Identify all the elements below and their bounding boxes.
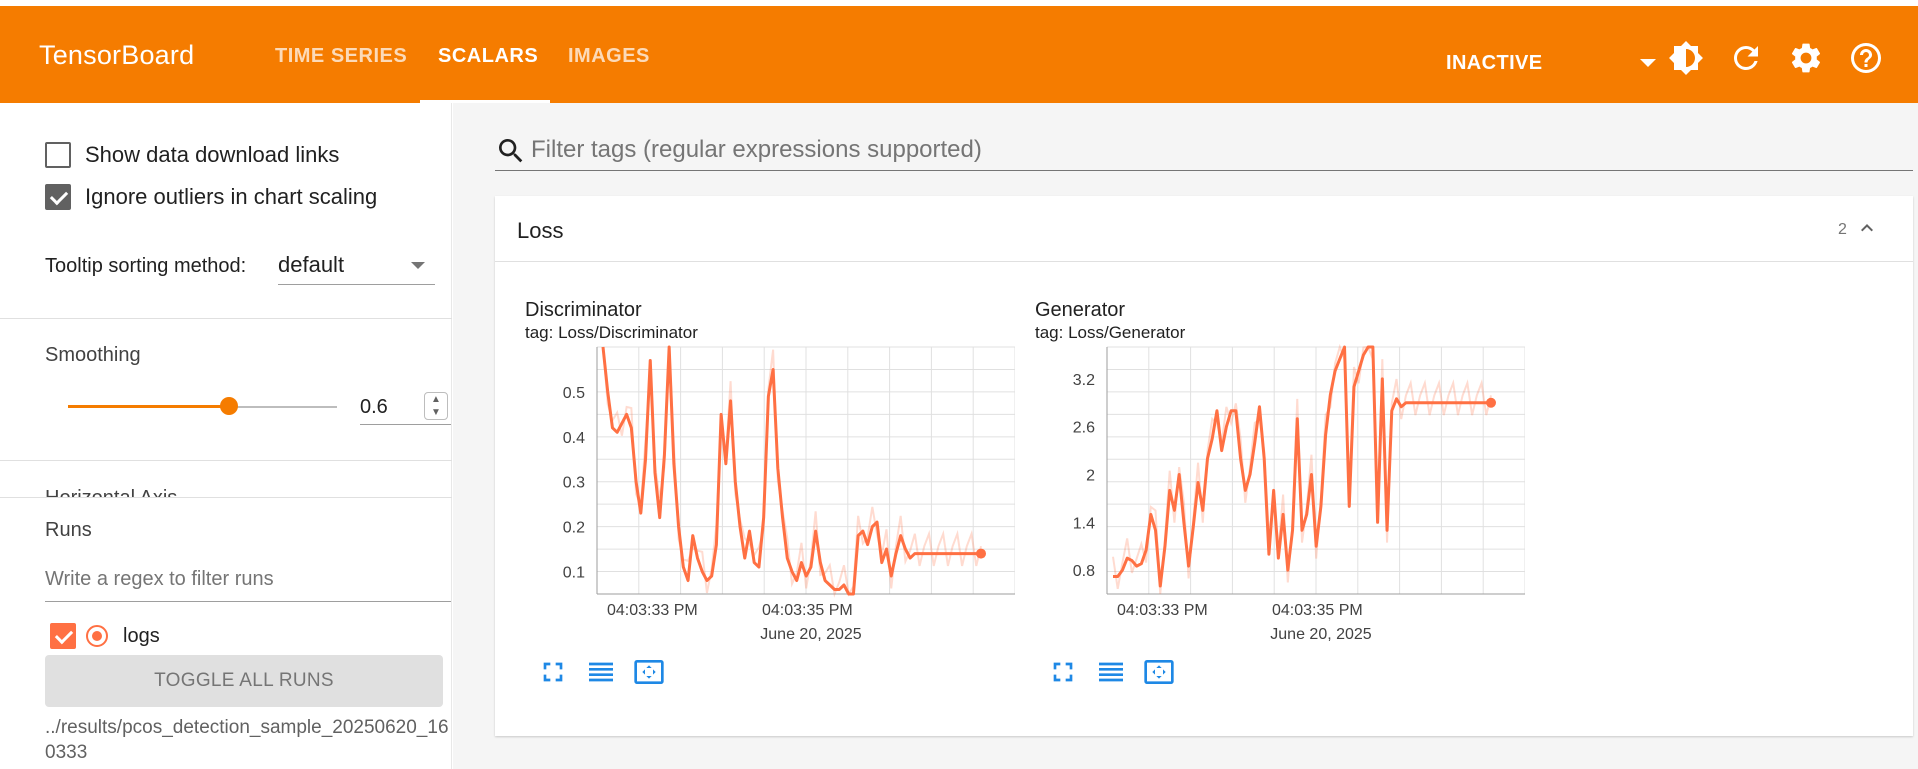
chart-title: Discriminator	[525, 299, 642, 321]
fullscreen-icon[interactable]	[1047, 656, 1079, 688]
y-tick-label: 0.5	[563, 385, 585, 402]
app-title[interactable]: TensorBoard	[39, 40, 194, 71]
plugin-select-dropdown[interactable]: INACTIVE	[1440, 44, 1656, 104]
y-tick-label: 2.6	[1073, 420, 1095, 437]
help-icon[interactable]	[1848, 40, 1884, 76]
show-download-links-label: Show data download links	[85, 142, 340, 167]
discriminator-line-chart[interactable]: 0.1 0.2 0.3 0.4 0.5 04:03:33 PM 04:03:35 PM Jun…	[525, 344, 1015, 654]
run-checkbox[interactable]	[50, 623, 76, 649]
tab-images[interactable]: IMAGES	[568, 45, 650, 68]
x-tick-label: 04:03:35 PM	[1272, 602, 1363, 619]
smoothing-slider-track[interactable]	[229, 406, 337, 408]
main-panel: Loss 2 Discriminator tag: Loss/Discrimin…	[453, 103, 1918, 769]
y-tick-label: 3.2	[1073, 372, 1095, 389]
smoothing-value: 0.6	[360, 396, 388, 418]
x-date-label: June 20, 2025	[1270, 626, 1372, 643]
smoothing-slider-filled[interactable]	[68, 405, 229, 408]
chart-title: Generator	[1035, 299, 1126, 321]
runs-filter-field[interactable]	[45, 558, 451, 602]
caret-down-icon	[1640, 59, 1656, 67]
raw-series-line	[1112, 344, 1492, 595]
series-last-point	[1486, 397, 1496, 408]
series-line	[1113, 345, 1491, 588]
chart-tag: tag: Loss/Discriminator	[525, 323, 698, 342]
toggle-y-log-icon[interactable]	[585, 656, 617, 688]
raw-series-line	[602, 346, 982, 598]
tag-filter-input[interactable]	[531, 134, 1901, 166]
run-item-logs[interactable]: logs	[50, 621, 160, 651]
series-last-point	[976, 548, 986, 559]
refresh-icon[interactable]	[1728, 40, 1764, 76]
smoothing-slider-thumb[interactable]	[220, 397, 238, 415]
y-tick-label: 1.4	[1073, 515, 1095, 532]
smoothing-label: Smoothing	[45, 344, 141, 366]
tab-scalars[interactable]: SCALARS	[438, 45, 538, 68]
card-header[interactable]: Loss 2	[495, 196, 1913, 262]
number-stepper[interactable]: ▲ ▼	[424, 392, 448, 420]
ignore-outliers-checkbox[interactable]: Ignore outliers in chart scaling	[45, 182, 377, 212]
checkbox-box[interactable]	[45, 142, 71, 168]
tooltip-sorting-label: Tooltip sorting method:	[45, 255, 247, 277]
chevron-up-icon[interactable]	[1855, 216, 1879, 240]
run-path: ../results/pcos_detection_sample_2025062…	[45, 717, 449, 763]
settings-icon[interactable]	[1788, 40, 1824, 76]
divider	[0, 318, 452, 319]
generator-line-chart[interactable]: 0.8 1.4 2 2.6 3.2 04:03:33 PM 04:03:35 PM June …	[1035, 344, 1525, 654]
app-bar: TensorBoard TIME SERIES SCALARS IMAGES I…	[0, 6, 1918, 104]
x-tick-label: 04:03:35 PM	[762, 602, 853, 619]
fullscreen-icon[interactable]	[537, 656, 569, 688]
search-icon	[499, 139, 523, 163]
toggle-y-log-icon[interactable]	[1095, 656, 1127, 688]
divider	[0, 460, 452, 461]
run-name: logs	[123, 624, 160, 647]
run-color-radio[interactable]	[86, 625, 108, 647]
fit-domain-icon[interactable]	[633, 656, 665, 688]
toggle-all-runs-button[interactable]: TOGGLE ALL RUNS	[45, 655, 443, 707]
tag-filter-bar[interactable]	[495, 131, 1913, 171]
y-tick-label: 0.4	[563, 430, 585, 447]
ignore-outliers-label: Ignore outliers in chart scaling	[85, 184, 378, 209]
y-tick-label: 0.8	[1073, 563, 1095, 580]
card-title: Loss	[517, 218, 564, 243]
runs-title: Runs	[45, 519, 92, 541]
divider	[0, 497, 452, 498]
loss-card: Loss 2 Discriminator tag: Loss/Discrimin…	[495, 196, 1913, 736]
tab-time-series[interactable]: TIME SERIES	[275, 45, 407, 68]
x-tick-label: 04:03:33 PM	[607, 602, 698, 619]
smoothing-input[interactable]: 0.6 ▲ ▼	[360, 389, 451, 425]
y-tick-label: 0.1	[563, 565, 585, 582]
brightness-icon[interactable]	[1668, 40, 1704, 76]
x-date-label: June 20, 2025	[760, 626, 862, 643]
tooltip-sorting-select[interactable]: default	[278, 243, 435, 285]
y-tick-label: 2	[1086, 467, 1095, 484]
caret-down-icon	[411, 262, 425, 269]
fit-domain-icon[interactable]	[1143, 656, 1175, 688]
series-line	[601, 345, 981, 596]
sidebar: Show data download links Ignore outliers…	[0, 103, 452, 769]
plugin-select-value: INACTIVE	[1446, 52, 1543, 74]
show-download-links-checkbox[interactable]: Show data download links	[45, 140, 339, 170]
runs-filter-input[interactable]	[45, 562, 445, 596]
chart-tag: tag: Loss/Generator	[1035, 323, 1186, 342]
tooltip-sorting-value: default	[278, 252, 345, 277]
x-tick-label: 04:03:33 PM	[1117, 602, 1208, 619]
y-tick-label: 0.2	[563, 520, 585, 537]
y-tick-label: 0.3	[563, 475, 585, 492]
checkbox-box-checked[interactable]	[45, 184, 71, 210]
card-count: 2	[1838, 221, 1847, 238]
